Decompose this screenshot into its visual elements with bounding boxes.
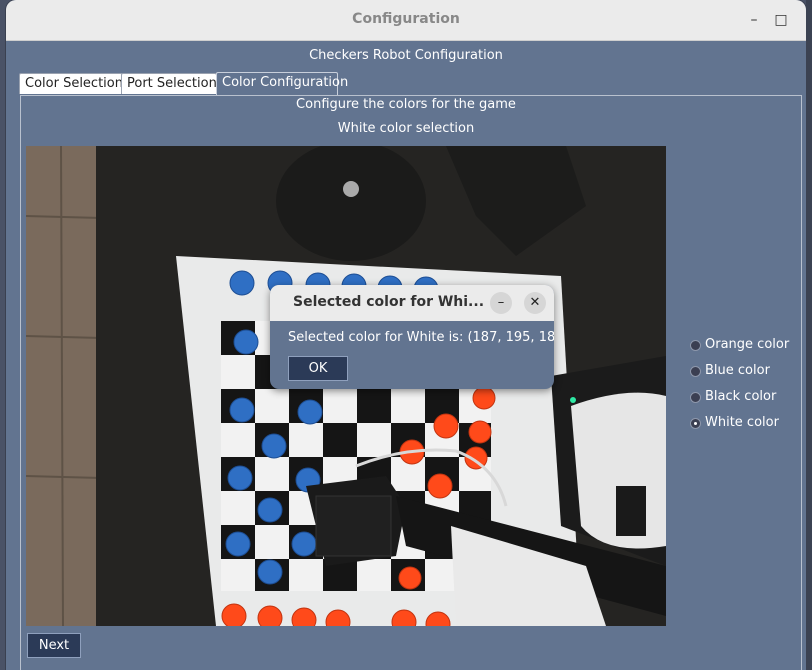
- radio-button-icon[interactable]: [690, 366, 701, 377]
- minimize-icon[interactable]: –: [744, 10, 764, 30]
- ok-button[interactable]: OK: [288, 356, 348, 381]
- radio-label: Blue color: [705, 363, 770, 378]
- dialog-message: Selected color for White is: (187, 195, …: [288, 330, 554, 345]
- radio-button-icon[interactable]: [690, 340, 701, 351]
- tab-color-configuration[interactable]: Color Configuration: [216, 72, 348, 95]
- dialog-titlebar[interactable]: Selected color for Whi... – ✕: [270, 285, 554, 321]
- radio-label: Black color: [705, 389, 777, 404]
- selected-color-dialog: Selected color for Whi... – ✕ Selected c…: [270, 285, 554, 389]
- tab-color-selection[interactable]: Color Selection: [19, 73, 123, 94]
- radio-button-selected-icon[interactable]: [690, 418, 701, 429]
- window-titlebar[interactable]: Configuration – □: [6, 0, 806, 41]
- desktop-edge: [806, 0, 812, 670]
- radio-label: White color: [705, 415, 779, 430]
- next-button[interactable]: Next: [27, 633, 81, 658]
- dialog-title: Selected color for Whi...: [293, 294, 485, 310]
- tab-port-selection[interactable]: Port Selection: [121, 73, 217, 94]
- panel-heading: Configure the colors for the game: [296, 97, 516, 112]
- window-title: Configuration: [352, 11, 460, 27]
- app-title: Checkers Robot Configuration: [309, 48, 503, 63]
- maximize-icon[interactable]: □: [771, 10, 791, 30]
- radio-button-icon[interactable]: [690, 392, 701, 403]
- minimize-icon[interactable]: –: [490, 292, 512, 314]
- panel-subheading: White color selection: [337, 121, 475, 136]
- radio-label: Orange color: [705, 337, 790, 352]
- close-icon[interactable]: ✕: [524, 292, 546, 314]
- configuration-window: Configuration – □ Checkers Robot Configu…: [6, 0, 806, 670]
